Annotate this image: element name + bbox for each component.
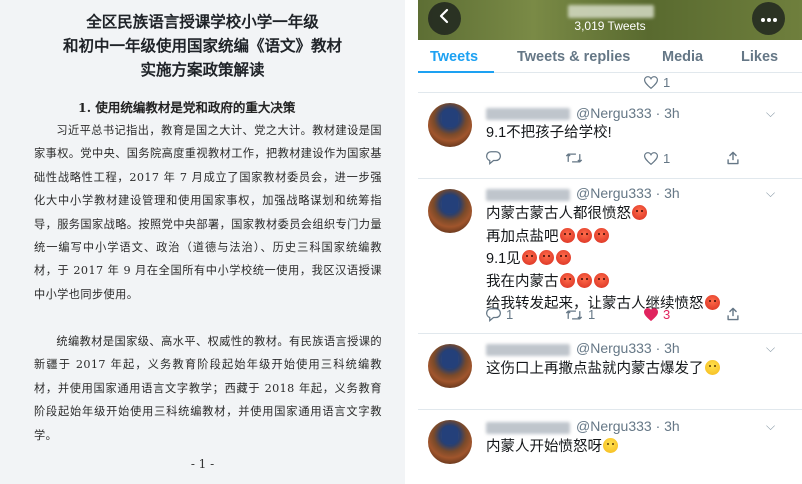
like-button[interactable]: 1 xyxy=(644,75,670,90)
reply-icon xyxy=(486,307,501,322)
like-button[interactable]: 3 xyxy=(644,307,670,322)
angry-face-icon xyxy=(555,250,571,265)
angry-face-icon xyxy=(576,272,592,288)
chevron-down-icon[interactable]: ⌵ xyxy=(766,419,775,434)
like-button[interactable]: 1 xyxy=(644,151,670,166)
tweet-line: 内蒙古蒙古人都很愤怒 xyxy=(486,203,721,226)
document-paragraph-1: 习近平总书记指出，教育是国之大计、党之大计。教材建设是国家事权。党中央、国务院高… xyxy=(34,124,382,301)
like-count: 3 xyxy=(663,307,671,322)
tweet-4[interactable]: @Nergu333 · 3h ⌵ 内蒙人开始愤怒呀 xyxy=(418,410,802,484)
retweet-count: 1 xyxy=(588,307,596,322)
angry-face-icon xyxy=(593,227,609,243)
angry-face-icon xyxy=(576,227,592,243)
reply-button[interactable] xyxy=(486,151,506,165)
retweet-icon xyxy=(565,308,583,322)
tweet-handle-time[interactable]: @Nergu333 · 3h xyxy=(576,340,680,356)
retweet-icon xyxy=(565,151,583,165)
tab-tweets[interactable]: Tweets xyxy=(430,49,478,65)
angry-face-icon xyxy=(538,250,554,265)
tweet-2[interactable]: @Nergu333 · 3h ⌵ 内蒙古蒙古人都很愤怒 再加点盐吧 9.1见 我… xyxy=(418,179,802,334)
heart-icon xyxy=(644,76,658,89)
display-name-blurred xyxy=(486,108,570,120)
avatar[interactable] xyxy=(428,344,472,388)
retweet-button[interactable]: 1 xyxy=(565,307,595,322)
tweet-text: 内蒙人开始愤怒呀 xyxy=(486,436,619,459)
profile-tabs: Tweets Tweets & replies Media Likes xyxy=(418,40,802,73)
chevron-down-icon[interactable]: ⌵ xyxy=(766,186,775,201)
tweet-line-text: 我在内蒙古 xyxy=(486,273,559,290)
share-button[interactable] xyxy=(726,307,740,321)
tweet-handle-time[interactable]: @Nergu333 · 3h xyxy=(576,418,680,434)
avatar[interactable] xyxy=(428,420,472,464)
more-horizontal-icon xyxy=(760,10,778,28)
document-title-line-1: 全区民族语言授课学校小学一年级 xyxy=(86,12,319,31)
tweet-line: 我在内蒙古 xyxy=(486,271,721,294)
page-number: - 1 - xyxy=(190,457,215,471)
tweet-text: 这伤口上再撒点盐就内蒙古爆发了 xyxy=(486,358,721,381)
reply-icon xyxy=(486,151,501,165)
tweet-3[interactable]: @Nergu333 · 3h ⌵ 这伤口上再撒点盐就内蒙古爆发了 xyxy=(418,334,802,410)
tweet-actions: 1 xyxy=(486,151,786,169)
more-button[interactable] xyxy=(752,2,785,35)
tweet-line-text: 内蒙人开始愤怒呀 xyxy=(486,439,602,455)
document-paragraph-2: 统编教材是国家级、高水平、权威性的教材。有民族语言授课的新疆于 2017 年起，… xyxy=(34,335,382,442)
tweet-line-text: 再加点盐吧 xyxy=(486,228,559,245)
avatar[interactable] xyxy=(428,189,472,233)
share-icon xyxy=(726,307,740,321)
thinking-face-icon xyxy=(704,360,720,375)
display-name-blurred xyxy=(486,422,570,434)
like-count: 1 xyxy=(663,151,671,166)
scanned-document: 全区民族语言授课学校小学一年级 和初中一年级使用国家统编《语文》教材 实施方案政… xyxy=(0,0,405,484)
angry-face-icon xyxy=(632,205,647,220)
tweet-text: 内蒙古蒙古人都很愤怒 再加点盐吧 9.1见 我在内蒙古 给我转发起来，让蒙古人继… xyxy=(486,203,721,316)
heart-icon xyxy=(644,152,658,165)
previous-tweet-actions: 1 xyxy=(418,73,802,93)
tab-tweets-and-replies[interactable]: Tweets & replies xyxy=(517,49,630,65)
angry-face-icon xyxy=(559,272,575,288)
reply-button[interactable]: 1 xyxy=(486,307,513,322)
tweet-line-text: 9.1见 xyxy=(486,251,521,267)
chevron-down-icon[interactable]: ⌵ xyxy=(766,341,775,356)
angry-face-icon xyxy=(559,227,575,243)
chevron-down-icon[interactable]: ⌵ xyxy=(766,106,775,121)
angry-face-icon xyxy=(521,250,537,265)
share-icon xyxy=(726,151,740,165)
heart-filled-icon xyxy=(644,308,658,321)
tweet-text: 9.1不把孩子给学校! xyxy=(486,122,612,145)
tweet-line: 9.1见 xyxy=(486,248,721,271)
tab-likes[interactable]: Likes xyxy=(741,49,778,65)
avatar[interactable] xyxy=(428,103,472,147)
document-title-line-3: 实施方案政策解读 xyxy=(140,60,265,79)
tab-media[interactable]: Media xyxy=(662,49,703,65)
reply-count: 1 xyxy=(506,307,514,322)
share-button[interactable] xyxy=(726,151,740,165)
tweet-count: 3,019 Tweets xyxy=(574,19,646,33)
tweet-line: 9.1不把孩子给学校! xyxy=(486,125,612,141)
tweet-handle-time[interactable]: @Nergu333 · 3h xyxy=(576,185,680,201)
like-count: 1 xyxy=(663,75,671,90)
tweet-1[interactable]: @Nergu333 · 3h ⌵ 9.1不把孩子给学校! 1 xyxy=(418,93,802,179)
section-heading: 1. 使用统编教材是党和政府的重大决策 xyxy=(78,100,296,115)
angry-face-icon xyxy=(593,272,609,288)
display-name-blurred xyxy=(486,189,570,201)
tweet-handle-time[interactable]: @Nergu333 · 3h xyxy=(576,105,680,121)
tweet-actions: 1 1 3 xyxy=(486,307,786,325)
thinking-face-icon xyxy=(603,438,618,453)
retweet-button[interactable] xyxy=(565,151,588,165)
document-title-line-2: 和初中一年级使用国家统编《语文》教材 xyxy=(62,36,342,55)
tweet-line-text: 这伤口上再撒点盐就内蒙古爆发了 xyxy=(486,361,704,377)
tweet-line-text: 内蒙古蒙古人都很愤怒 xyxy=(486,206,631,222)
display-name-blurred xyxy=(486,344,570,356)
twitter-profile: 3,019 Tweets Tweets Tweets & replies Med… xyxy=(418,0,802,484)
profile-name-blurred xyxy=(568,5,654,18)
tweet-line: 再加点盐吧 xyxy=(486,226,721,249)
